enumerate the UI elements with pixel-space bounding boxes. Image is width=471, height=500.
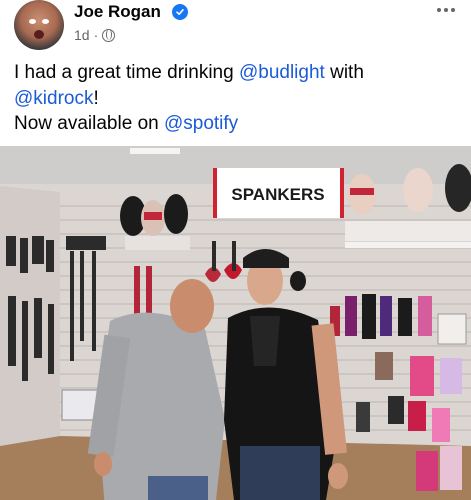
shelf (345, 242, 471, 248)
verified-badge-icon (172, 4, 188, 20)
avatar-mouth (34, 30, 44, 39)
more-options-button[interactable] (433, 2, 459, 18)
sign-stripe (340, 168, 344, 218)
post-header: Joe Rogan 1d · (0, 0, 471, 52)
post-text: I had a great time drinking @budlight wi… (14, 60, 454, 137)
mask-head (164, 194, 188, 234)
more-dot (444, 8, 448, 12)
text-segment: Now available on (14, 113, 164, 134)
post-timestamp[interactable]: 1d (74, 27, 90, 43)
avatar-eye (42, 19, 49, 24)
red-blindfold (350, 188, 374, 195)
post-meta: 1d · (74, 27, 116, 43)
sign-stripe (213, 168, 217, 218)
mannequin-head (403, 168, 433, 212)
meta-separator: · (93, 27, 99, 43)
text-segment: I had a great time drinking (14, 62, 239, 83)
mannequin-shoulders (345, 221, 471, 241)
post-photo[interactable]: SPANKERS (0, 146, 471, 500)
mention-spotify-link[interactable]: @spotify (164, 113, 238, 134)
author-name[interactable]: Joe Rogan (74, 2, 161, 22)
globe-icon (102, 28, 116, 42)
mention-budlight-link[interactable]: @budlight (239, 62, 325, 83)
spankers-sign-text: SPANKERS (231, 185, 324, 204)
more-dot (451, 8, 455, 12)
mannequin-shoulders (125, 236, 190, 250)
text-segment: with (324, 62, 364, 83)
text-segment: ! (93, 87, 99, 109)
red-mask (144, 212, 162, 220)
mention-kidrock-link[interactable]: @kidrock (14, 88, 93, 109)
author-avatar[interactable] (14, 0, 64, 50)
avatar-eye (29, 19, 36, 24)
more-dot (437, 8, 441, 12)
ceiling-light (130, 148, 180, 154)
photo-scene: SPANKERS (0, 146, 471, 500)
